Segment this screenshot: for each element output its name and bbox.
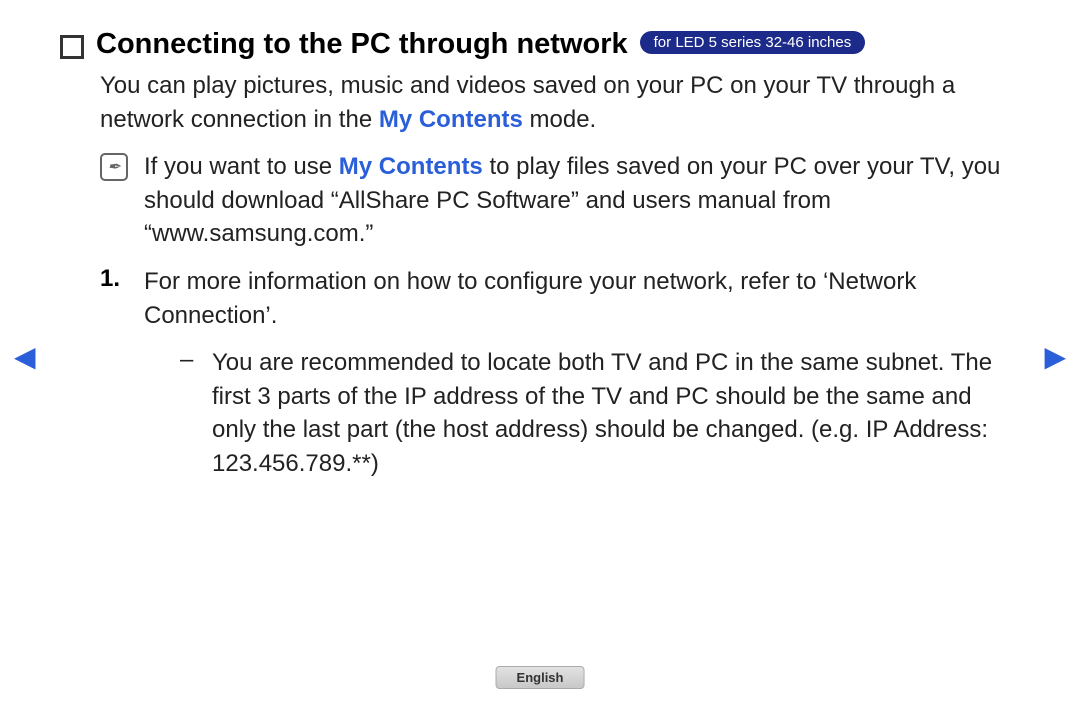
subitem-text: You are recommended to locate both TV an… xyxy=(212,346,1020,480)
step-1-text: For more information on how to configure… xyxy=(144,265,1020,332)
note-text: If you want to use My Contents to play f… xyxy=(144,150,1020,251)
prev-page-arrow[interactable]: ◀ xyxy=(14,340,36,373)
note-row: ✒ If you want to use My Contents to play… xyxy=(100,150,1020,251)
mycontents-link-2: My Contents xyxy=(339,153,483,180)
step-1-subitem: – You are recommended to locate both TV … xyxy=(180,346,1020,480)
note-icon: ✒ xyxy=(100,153,128,181)
next-page-arrow[interactable]: ▶ xyxy=(1044,340,1066,373)
checkbox-icon xyxy=(60,35,84,59)
step-1: 1. For more information on how to config… xyxy=(100,265,1020,332)
step-number: 1. xyxy=(100,265,144,293)
model-badge: for LED 5 series 32-46 inches xyxy=(640,31,866,54)
language-badge[interactable]: English xyxy=(496,666,585,689)
intro-suffix: mode. xyxy=(523,106,596,133)
page-title: Connecting to the PC through network xyxy=(96,28,628,61)
note-prefix: If you want to use xyxy=(144,153,339,180)
intro-paragraph: You can play pictures, music and videos … xyxy=(100,69,1020,136)
mycontents-link: My Contents xyxy=(379,106,523,133)
dash-bullet: – xyxy=(180,346,212,374)
page-content: Connecting to the PC through network for… xyxy=(0,0,1080,481)
heading-row: Connecting to the PC through network for… xyxy=(60,28,1020,61)
